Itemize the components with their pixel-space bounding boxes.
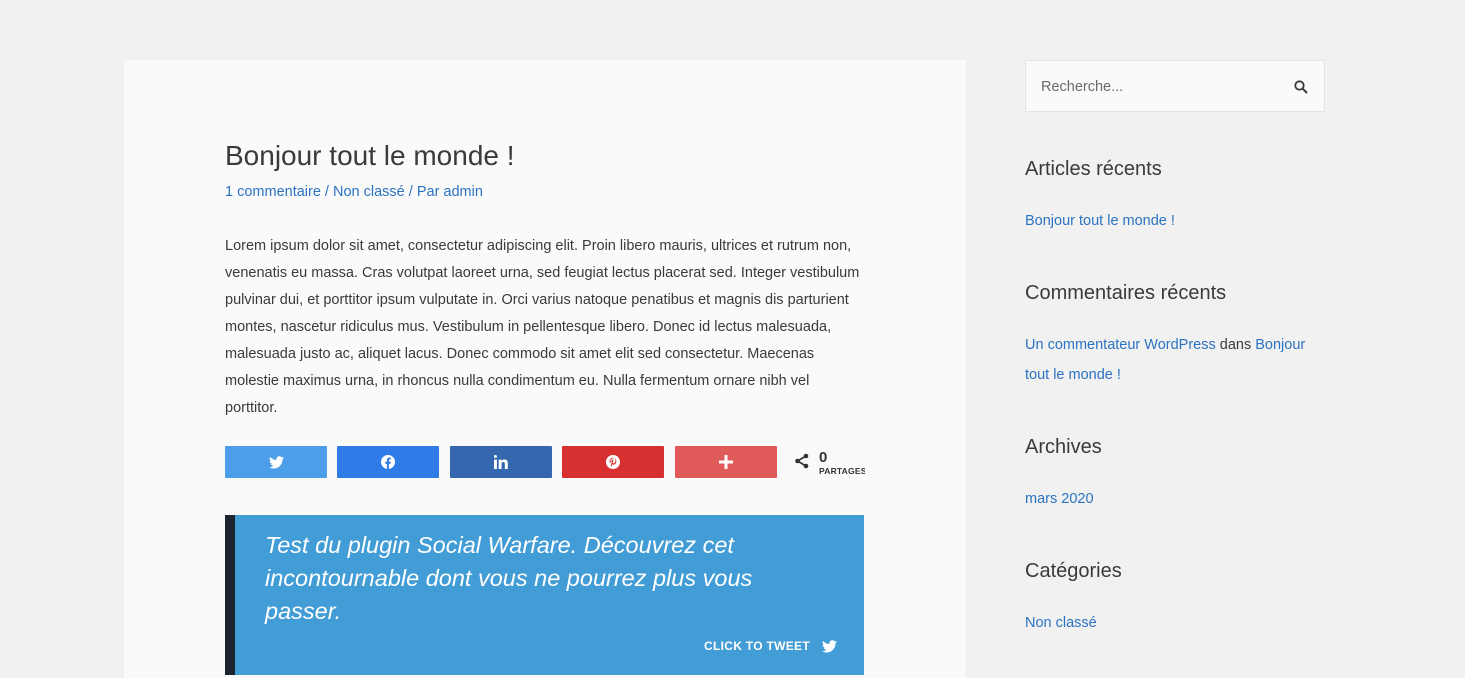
- share-count-label: PARTAGES: [819, 466, 865, 476]
- meta-separator: /: [404, 184, 417, 200]
- comments-link[interactable]: 1 commentaire: [225, 184, 321, 200]
- recent-comment-item: Un commentateur WordPress dans Bonjour t…: [1025, 330, 1325, 390]
- comment-connector: dans: [1219, 337, 1252, 353]
- twitter-icon: [268, 455, 284, 468]
- recent-posts-title: Articles récents: [1025, 158, 1162, 180]
- author-link[interactable]: Par admin: [417, 184, 483, 200]
- twitter-share-button[interactable]: [225, 446, 327, 478]
- search-icon[interactable]: [1294, 80, 1308, 94]
- more-share-button[interactable]: [675, 446, 777, 478]
- post-body: Lorem ipsum dolor sit amet, consectetur …: [225, 238, 860, 416]
- pinterest-icon: [606, 455, 620, 469]
- facebook-share-button[interactable]: [337, 446, 439, 478]
- recent-post-link[interactable]: Bonjour tout le monde !: [1025, 213, 1175, 229]
- facebook-icon: [381, 455, 395, 469]
- share-total: 0 PARTAGES: [793, 446, 865, 478]
- search-input[interactable]: [1041, 76, 1281, 98]
- search-box: [1025, 60, 1325, 112]
- comment-author-link[interactable]: Un commentateur WordPress: [1025, 337, 1216, 353]
- share-count: 0: [819, 449, 828, 466]
- archives-title: Archives: [1025, 436, 1102, 458]
- plus-icon: [719, 455, 733, 469]
- click-to-tweet-quote: Test du plugin Social Warfare. Découvrez…: [265, 532, 753, 624]
- archive-link[interactable]: mars 2020: [1025, 491, 1094, 507]
- recent-comments-title: Commentaires récents: [1025, 282, 1227, 304]
- category-link[interactable]: Non classé: [1025, 615, 1097, 631]
- click-to-tweet-label: CLICK TO TWEET: [704, 639, 810, 653]
- pinterest-share-button[interactable]: [562, 446, 664, 478]
- share-icon: [795, 453, 809, 469]
- click-to-tweet-box[interactable]: Test du plugin Social Warfare. Découvrez…: [225, 515, 864, 675]
- click-to-tweet-button[interactable]: CLICK TO TWEET: [704, 639, 837, 653]
- post-title: Bonjour tout le monde !: [225, 140, 515, 171]
- linkedin-icon: [494, 455, 508, 469]
- category-link[interactable]: Non classé: [333, 184, 405, 200]
- twitter-icon: [822, 639, 837, 652]
- share-bar: 0 PARTAGES: [225, 446, 865, 478]
- post-meta: 1 commentaire / Non classé / Par admin: [225, 184, 483, 200]
- meta-separator: /: [320, 184, 333, 200]
- linkedin-share-button[interactable]: [450, 446, 552, 478]
- categories-title: Catégories: [1025, 560, 1122, 582]
